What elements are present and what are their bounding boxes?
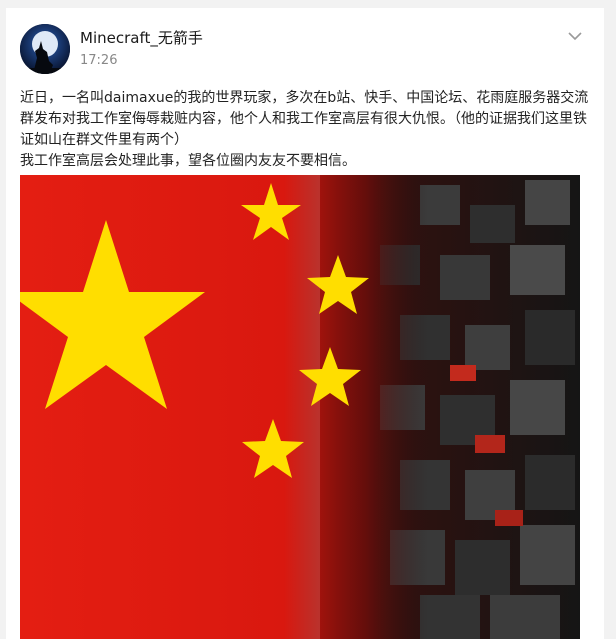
avatar[interactable] [20,24,70,74]
wolf-moon-icon [20,24,70,74]
scrollbar[interactable] [604,0,616,639]
username[interactable]: Minecraft_无箭手 [80,27,203,48]
post-text: 近日，一名叫daimaxue的我的世界玩家，多次在b站、快手、中国论坛、花雨庭服… [20,88,592,172]
post-paragraph: 我工作室高层会处理此事，望各位圈内友友不要相信。 [20,153,356,169]
post-paragraph: 近日，一名叫daimaxue的我的世界玩家，多次在b站、快手、中国论坛、花雨庭服… [20,90,589,148]
post-image[interactable] [20,175,580,639]
chevron-down-icon[interactable] [566,28,584,42]
post-time: 17:26 [80,53,118,68]
post-card: Minecraft_无箭手 17:26 近日，一名叫daimaxue的我的世界玩… [6,8,604,639]
flag-and-blocks-image [20,175,580,639]
